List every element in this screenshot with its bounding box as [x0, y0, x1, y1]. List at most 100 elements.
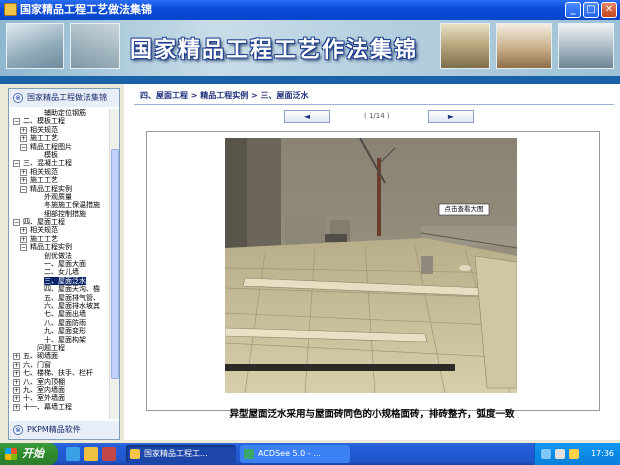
banner: 国家精品工程工艺作法集锦 [0, 20, 620, 76]
tree-item[interactable]: + 十、室外墙面 [9, 394, 109, 403]
tree-item[interactable]: − 四、屋面工程 [9, 218, 109, 227]
folder-icon[interactable] [84, 447, 98, 461]
sidebar-scrollbar[interactable] [109, 109, 119, 419]
tree-item[interactable]: 冬施施工保温措施 [9, 201, 109, 209]
network-icon[interactable] [541, 449, 551, 459]
volume-icon[interactable] [555, 449, 565, 459]
tree-item[interactable]: 七、屋面出墙 [9, 310, 109, 318]
tree-item[interactable]: 细部控制措施 [9, 210, 109, 218]
tree-item-label: 相关规范 [30, 125, 58, 134]
breadcrumb: 四、屋面工程 > 精品工程实例 > 三、屋面泛水 [140, 91, 309, 100]
tree-item[interactable]: − 二、模板工程 [9, 117, 109, 126]
banner-photo [70, 23, 120, 69]
next-button[interactable]: ► [428, 110, 474, 123]
tree-item-label: 四、屋面天沟、檐 [44, 285, 100, 294]
project-photo[interactable]: 点击查看大图 [225, 138, 517, 393]
media-icon[interactable] [102, 447, 116, 461]
tree-item-label: 创优做法 [44, 251, 72, 260]
tree-item[interactable]: + 施工工艺 [9, 176, 109, 185]
start-button[interactable]: 开始 [0, 443, 58, 465]
expand-icon[interactable]: + [20, 177, 27, 185]
tree-item-label: 精品工程实例 [30, 243, 72, 252]
expand-icon[interactable]: + [20, 135, 27, 143]
title-bar[interactable]: 国家精品工程工艺做法集锦 _ □ ✕ [0, 0, 620, 20]
collapse-icon[interactable]: − [13, 219, 20, 227]
tree-item[interactable]: + 十一、幕墙工程 [9, 403, 109, 411]
photo-caption: 异型屋面泛水采用与屋面砖同色的小规格面砖，排砖整齐，弧度一致 [229, 409, 515, 420]
expand-icon[interactable]: + [13, 370, 20, 378]
collapse-icon[interactable]: − [20, 185, 27, 193]
expand-icon[interactable]: + [20, 126, 27, 134]
sidebar-header[interactable]: ⊗ 国家精品工程做法集锦 [9, 89, 119, 107]
app-icon [4, 3, 17, 16]
maximize-button[interactable]: □ [583, 2, 599, 18]
tree-item[interactable]: − 精品工程图片 [9, 143, 109, 151]
tree-item[interactable]: + 相关规范 [9, 168, 109, 176]
expand-icon[interactable]: + [13, 361, 20, 369]
tree-item[interactable]: 五、屋面排气管、 [9, 294, 109, 302]
app-icon [130, 449, 140, 459]
tree-item[interactable]: + 六、门窗 [9, 361, 109, 369]
banner-photo [440, 23, 490, 69]
app-window: 国家精品工程工艺做法集锦 _ □ ✕ 国家精品工程工艺作法集锦 ⊗ 国家精品工程… [0, 0, 620, 443]
collapse-icon[interactable]: − [13, 118, 20, 126]
ie-icon[interactable] [66, 447, 80, 461]
tree-item-label: 七、楼梯、扶手、栏杆 [23, 369, 93, 378]
tree-item-label: 施工工艺 [30, 176, 58, 185]
start-label: 开始 [22, 447, 44, 460]
collapse-icon[interactable]: ⊗ [13, 425, 23, 435]
tree-item-label: 二、模板工程 [23, 117, 65, 126]
tree-item[interactable]: − 精品工程实例 [9, 243, 109, 252]
tree-item-label: 细部控制措施 [44, 209, 86, 218]
tree-item[interactable]: 二、女儿墙 [9, 268, 109, 276]
tree-item-label: 精品工程图片 [30, 142, 72, 151]
tree-item[interactable]: + 相关规范 [9, 126, 109, 134]
expand-icon[interactable]: + [13, 403, 20, 411]
tree-item[interactable]: + 七、楼梯、扶手、栏杆 [9, 369, 109, 378]
tree-item[interactable]: + 施工工艺 [9, 235, 109, 243]
expand-icon[interactable]: + [20, 235, 27, 243]
taskbar-item-label: ACDSee 5.0 - ... [258, 449, 321, 458]
tree-item-label: 精品工程实例 [30, 184, 72, 193]
scrollbar-thumb[interactable] [111, 149, 119, 379]
taskbar-item-acdsee[interactable]: ACDSee 5.0 - ... [240, 445, 350, 463]
main-content: 四、屋面工程 > 精品工程实例 > 三、屋面泛水 ◄ ( 1/14 ) ► 点击… [124, 84, 620, 440]
tree-item-label: 相关规范 [30, 226, 58, 235]
expand-icon[interactable]: + [20, 168, 27, 176]
acdsee-icon [244, 449, 254, 459]
minimize-button[interactable]: _ [565, 2, 581, 18]
sidebar: ⊗ 国家精品工程做法集锦 辅助定位钢筋 − 二、模板工程 + 相关规范 + 施工工艺 − 精品工… [8, 88, 120, 440]
expand-icon[interactable]: + [20, 227, 27, 235]
tree-item[interactable]: 八、屋面防雨 [9, 319, 109, 327]
collapse-icon[interactable]: − [20, 244, 27, 252]
tree-item[interactable]: − 精品工程实例 [9, 185, 109, 193]
expand-icon[interactable]: + [13, 386, 20, 394]
collapse-icon[interactable]: − [13, 160, 20, 168]
tree-item[interactable]: + 相关规范 [9, 226, 109, 235]
taskbar-item-app[interactable]: 国家精品工程工... [126, 445, 236, 463]
tree-item[interactable]: 三、屋面泛水 [9, 276, 109, 286]
tree-item-label: 八、屋面防雨 [44, 318, 86, 327]
windows-logo-icon [5, 448, 17, 460]
tray-icon[interactable] [569, 449, 579, 459]
tree-item[interactable]: 九、屋面变形 [9, 327, 109, 335]
tree-item[interactable]: 十、屋面构架 [9, 336, 109, 344]
collapse-icon[interactable]: − [20, 143, 27, 151]
expand-icon[interactable]: + [13, 378, 20, 386]
prev-button[interactable]: ◄ [284, 110, 330, 123]
tree-item[interactable]: + 八、室内顶棚 [9, 378, 109, 386]
tree-item-label: 三、混凝土工程 [23, 159, 72, 168]
divider [134, 104, 614, 105]
banner-photo [496, 23, 552, 69]
tree-item[interactable]: + 施工工艺 [9, 134, 109, 143]
sidebar-footer-label: PKPM精品软件 [27, 425, 81, 434]
sidebar-footer[interactable]: ⊗ PKPM精品软件 [9, 421, 119, 439]
tree-item[interactable]: − 三、混凝土工程 [9, 159, 109, 168]
tree-item[interactable]: 创优做法 [9, 252, 109, 260]
close-button[interactable]: ✕ [601, 2, 617, 18]
tree-item[interactable]: 四、屋面天沟、檐 [9, 285, 109, 293]
tree-item[interactable]: + 五、砌墙面 [9, 352, 109, 361]
expand-icon[interactable]: + [13, 353, 20, 361]
expand-icon[interactable]: + [13, 395, 20, 403]
collapse-icon[interactable]: ⊗ [13, 93, 23, 103]
